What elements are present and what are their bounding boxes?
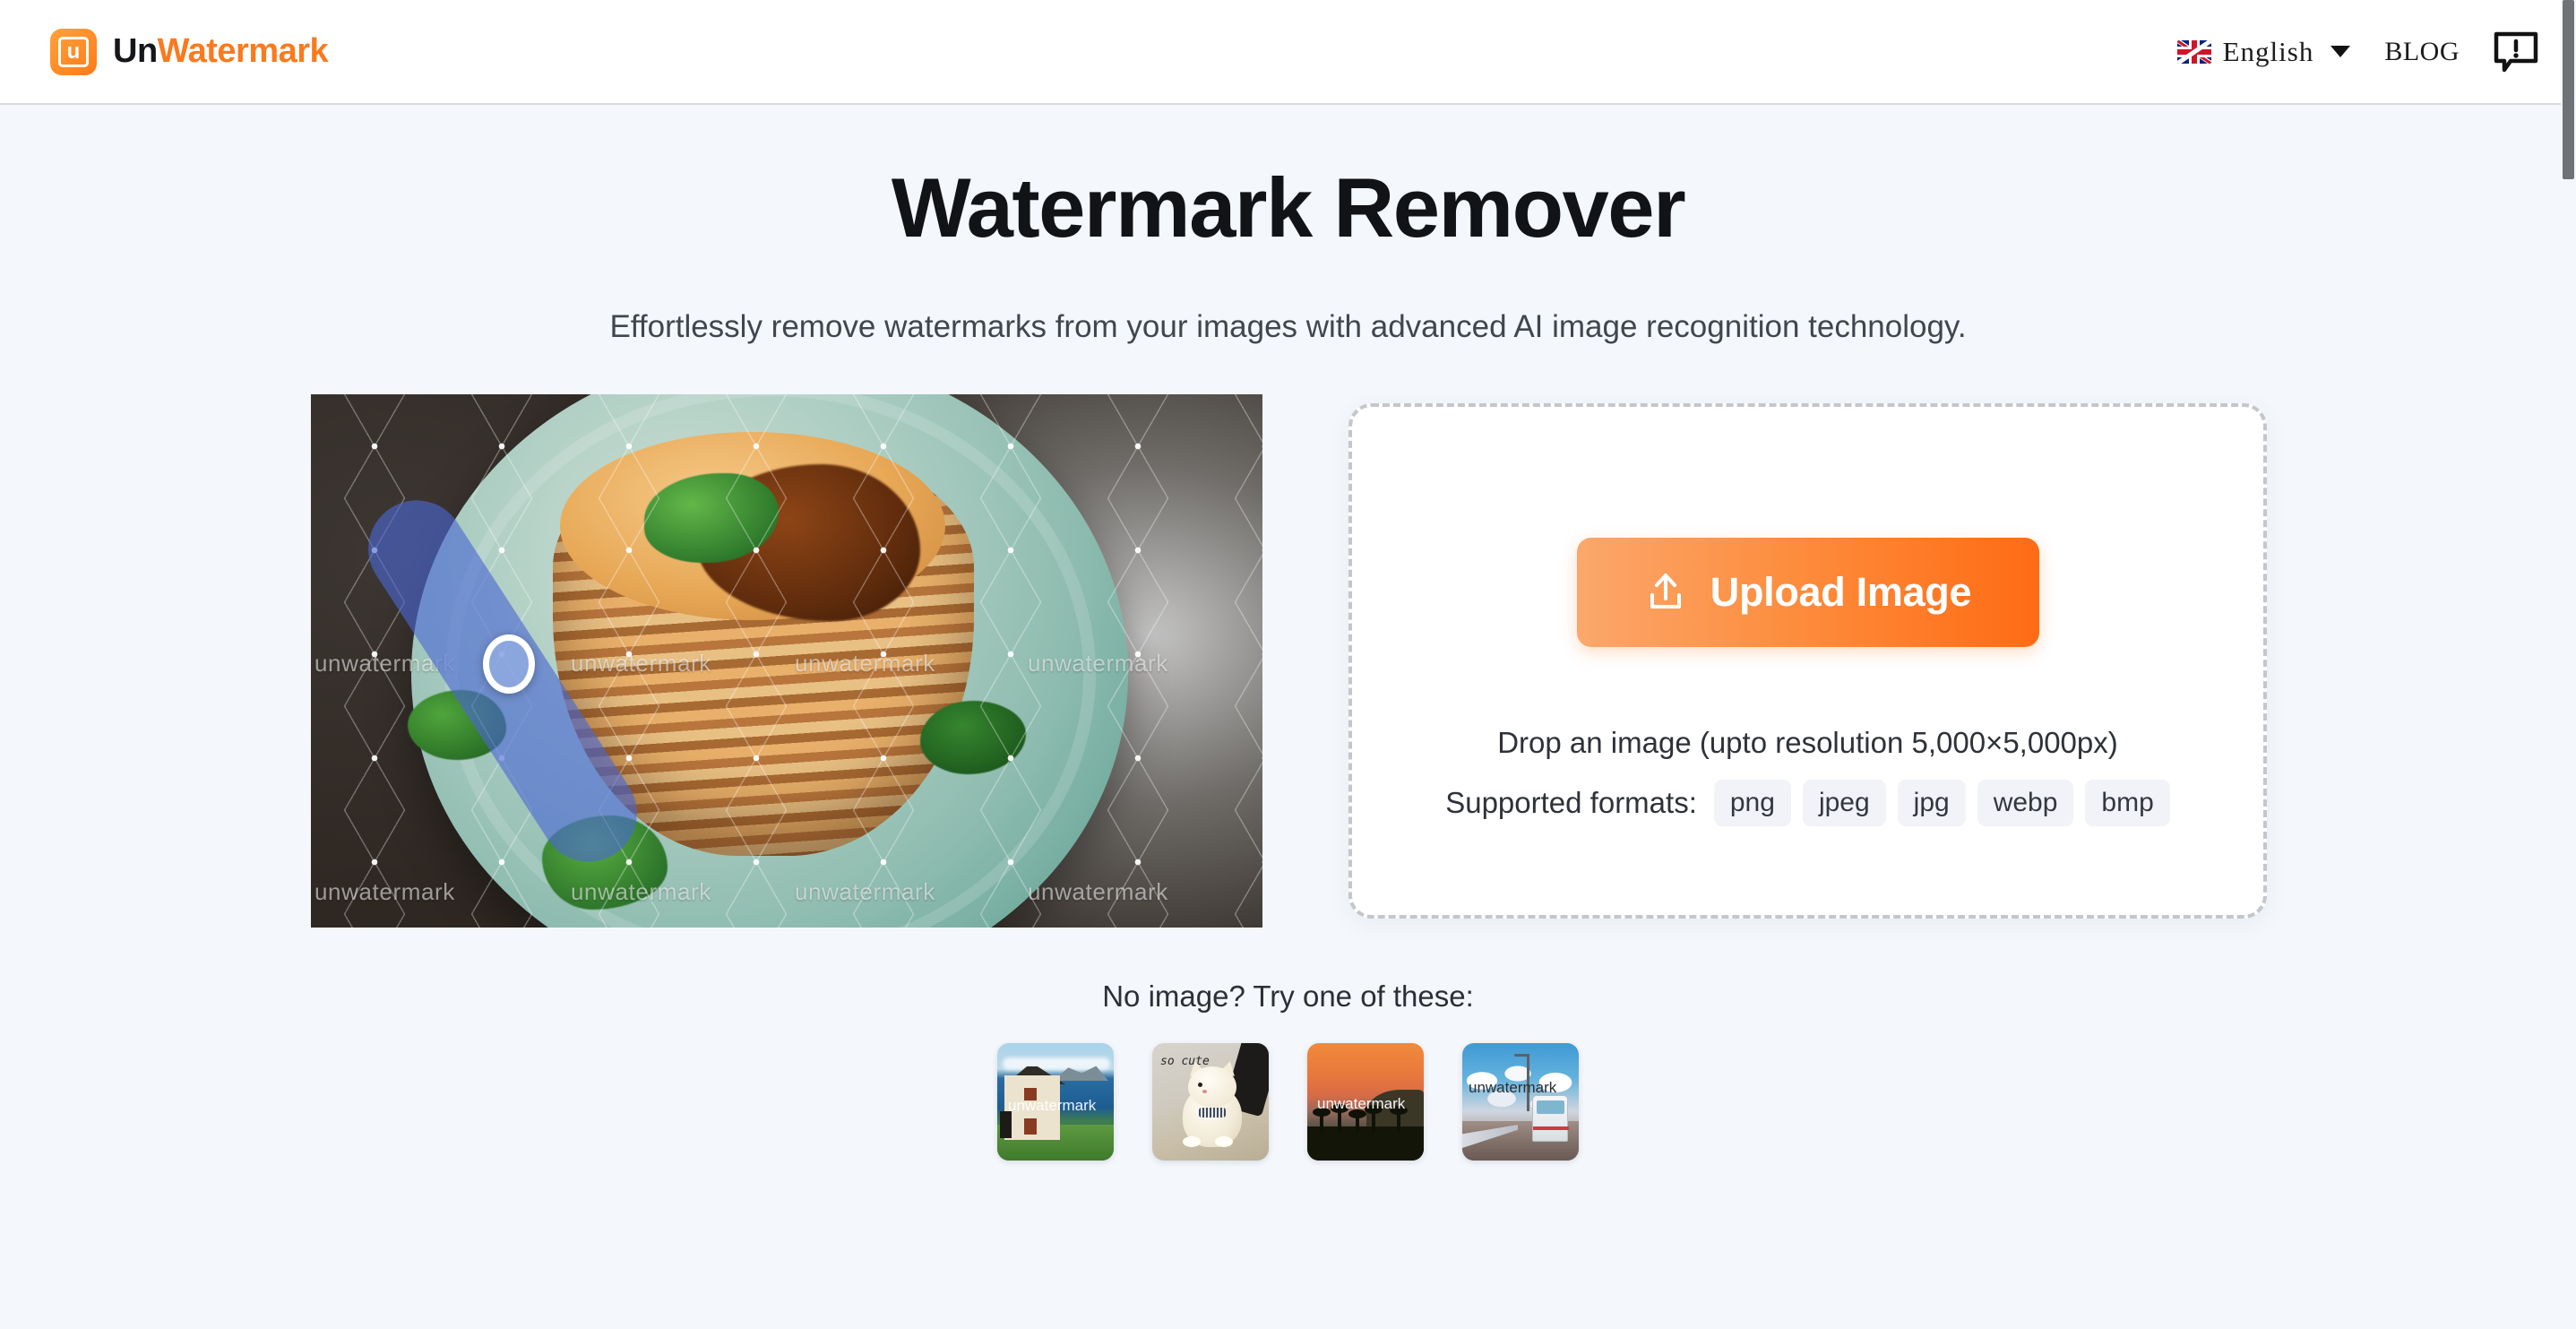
format-chip-webp[interactable]: webp — [1977, 780, 2074, 826]
palm-tree — [1313, 1108, 1331, 1134]
page-title: Watermark Remover — [891, 160, 1686, 255]
sample-thumbnail-sunset[interactable]: unwatermark — [1307, 1043, 1424, 1161]
demo-preview-image[interactable]: unwatermark unwatermark unwatermark unwater… — [311, 394, 1262, 928]
bus-shape — [1532, 1095, 1569, 1142]
thumbnail-watermark-text: unwatermark — [1317, 1095, 1406, 1112]
upload-arrow-icon — [1644, 570, 1687, 616]
demo-watermark-text: unwatermark — [571, 878, 711, 905]
sample-thumbnail-kitten[interactable]: so cute — [1152, 1043, 1269, 1161]
language-label: English — [2222, 35, 2314, 67]
brand-wordmark: UnWatermark — [113, 32, 329, 71]
palm-tree — [1365, 1105, 1383, 1134]
demo-watermark-text: unwatermark — [314, 878, 455, 905]
upload-button-label: Upload Image — [1710, 569, 1972, 615]
sample-thumbnail-bus[interactable]: unwatermark — [1462, 1043, 1579, 1161]
brand-prefix: Un — [113, 32, 158, 70]
brand-logo[interactable]: u UnWatermark — [50, 28, 329, 75]
ground-shape — [1307, 1126, 1424, 1161]
palm-tree — [1390, 1106, 1408, 1134]
supported-formats-row: Supported formats: png jpeg jpg webp bmp — [1445, 780, 2170, 826]
blog-link[interactable]: BLOG — [2361, 31, 2483, 73]
cat-collar — [1199, 1108, 1226, 1118]
page-scrollbar-track[interactable] — [2561, 0, 2576, 1329]
cat-eye — [1198, 1083, 1202, 1087]
cat-nose — [1202, 1090, 1207, 1093]
site-header: u UnWatermark English BLOG — [0, 0, 2576, 105]
chevron-down-icon — [2330, 46, 2351, 57]
door-shape — [1000, 1111, 1012, 1138]
logo-u-glyph: u — [66, 39, 81, 64]
upload-dropzone[interactable]: Upload Image Drop an image (upto resolut… — [1348, 403, 2267, 919]
drop-instruction-text: Drop an image (upto resolution 5,000×5,0… — [1497, 726, 2118, 759]
uk-flag-icon — [2176, 39, 2211, 64]
circular-brush-cursor[interactable] — [483, 634, 535, 694]
thumbnail-watermark-text: so cute — [1160, 1055, 1210, 1068]
bus-windshield — [1537, 1100, 1564, 1114]
format-chip-jpg[interactable]: jpg — [1897, 780, 1966, 826]
samples-title: No image? Try one of these: — [1102, 979, 1474, 1013]
thumbnail-watermark-text: unwatermark — [1469, 1079, 1557, 1096]
format-chip-jpeg[interactable]: jpeg — [1802, 780, 1886, 826]
demo-watermark-text: unwatermark — [571, 650, 711, 677]
demo-watermark-text: unwatermark — [795, 878, 935, 905]
cat-paw — [1215, 1136, 1233, 1147]
cat-paw — [1183, 1136, 1201, 1147]
palm-tree — [1331, 1104, 1348, 1134]
cat-head — [1188, 1066, 1236, 1108]
page-scrollbar-thumb[interactable] — [2563, 0, 2574, 179]
unwatermark-logo-icon: u — [50, 28, 97, 75]
demo-watermark-text: unwatermark — [1028, 650, 1168, 677]
thumbnail-watermark-text: unwatermark — [1008, 1097, 1097, 1114]
upload-image-button[interactable]: Upload Image — [1576, 538, 2039, 647]
palm-tree — [1348, 1109, 1366, 1134]
demo-watermark-text: unwatermark — [795, 650, 935, 677]
header-nav-right: English BLOG — [2167, 30, 2540, 74]
format-chip-png[interactable]: png — [1713, 780, 1791, 826]
demo-watermark-text: unwatermark — [1028, 878, 1168, 905]
sample-images-row: unwatermark so cute unwatermark unwaterm… — [0, 1043, 2576, 1161]
feedback-bubble-icon[interactable] — [2492, 30, 2540, 74]
format-chip-bmp[interactable]: bmp — [2085, 780, 2170, 826]
brand-suffix: Watermark — [157, 32, 329, 70]
supported-formats-label: Supported formats: — [1445, 786, 1697, 819]
window-shape — [1022, 1117, 1038, 1136]
page-subtitle: Effortlessly remove watermarks from your… — [609, 309, 1967, 344]
language-selector[interactable]: English — [2167, 30, 2362, 73]
bus-stripe — [1533, 1126, 1569, 1130]
sample-thumbnail-house[interactable]: unwatermark — [997, 1043, 1114, 1161]
